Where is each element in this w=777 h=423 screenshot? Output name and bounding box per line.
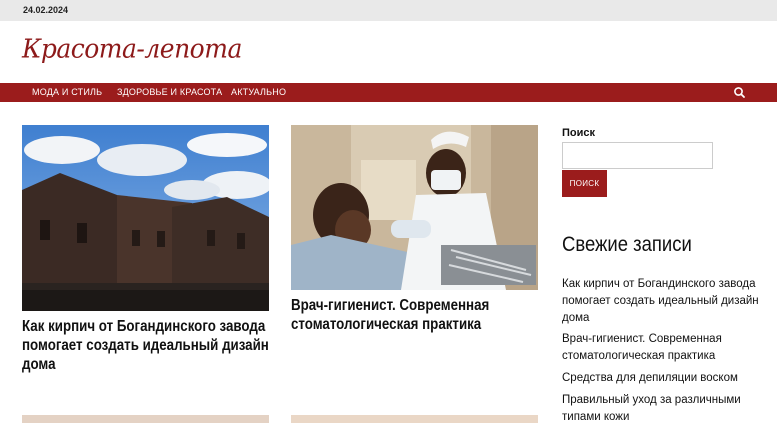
post-image-partial[interactable] xyxy=(291,415,538,423)
post-image-partial[interactable] xyxy=(22,415,269,423)
recent-post-link[interactable]: Правильный уход за различными типами кож… xyxy=(562,392,762,423)
search-icon[interactable] xyxy=(732,85,747,100)
search-label: Поиск xyxy=(562,127,596,139)
top-bar: 24.02.2024 xyxy=(0,0,777,21)
recent-post-link[interactable]: Как кирпич от Богандинского завода помог… xyxy=(562,276,762,327)
post-title-dentist[interactable]: Врач-гигиенист. Современная стоматологич… xyxy=(291,296,540,334)
main-nav: МОДА И СТИЛЬ ЗДОРОВЬЕ И КРАСОТА АКТУАЛЬН… xyxy=(0,83,777,102)
search-input[interactable] xyxy=(562,142,713,169)
recent-post-line[interactable]: Врач-гигиенист. Современная xyxy=(562,331,762,348)
post-title-line[interactable]: стоматологическая практика xyxy=(291,315,540,334)
post-title-brick[interactable]: Как кирпич от Богандинского завода помог… xyxy=(22,317,271,374)
recent-post-line[interactable]: дома xyxy=(562,310,762,327)
post-title-line[interactable]: Врач-гигиенист. Современная xyxy=(291,296,540,315)
recent-post-line[interactable]: стоматологическая практика xyxy=(562,348,762,365)
recent-post-line[interactable]: Как кирпич от Богандинского завода xyxy=(562,276,762,293)
nav-item-actual[interactable]: АКТУАЛЬНО xyxy=(231,87,286,97)
current-date: 24.02.2024 xyxy=(23,5,69,15)
recent-posts-title: Свежие записи xyxy=(562,233,692,256)
post-title-line[interactable]: помогает создать идеальный дизайн xyxy=(22,336,271,355)
search-button[interactable]: ПОИСК xyxy=(562,170,607,197)
post-image-dentist[interactable] xyxy=(291,125,538,290)
nav-item-fashion[interactable]: МОДА И СТИЛЬ xyxy=(32,87,102,97)
nav-item-health[interactable]: ЗДОРОВЬЕ И КРАСОТА xyxy=(117,87,222,97)
recent-post-line[interactable]: типами кожи xyxy=(562,409,762,423)
post-title-line[interactable]: Как кирпич от Богандинского завода xyxy=(22,317,271,336)
recent-post-line[interactable]: Средства для депиляции воском xyxy=(562,370,762,387)
site-logo[interactable]: Красота-лепота xyxy=(22,33,242,63)
recent-post-line[interactable]: Правильный уход за различными xyxy=(562,392,762,409)
recent-post-link[interactable]: Врач-гигиенист. Современная стоматологич… xyxy=(562,331,762,365)
post-image-brick-house[interactable] xyxy=(22,125,269,311)
recent-post-link[interactable]: Средства для депиляции воском xyxy=(562,370,762,387)
recent-post-line[interactable]: помогает создать идеальный дизайн xyxy=(562,293,762,310)
post-title-line[interactable]: дома xyxy=(22,355,271,374)
